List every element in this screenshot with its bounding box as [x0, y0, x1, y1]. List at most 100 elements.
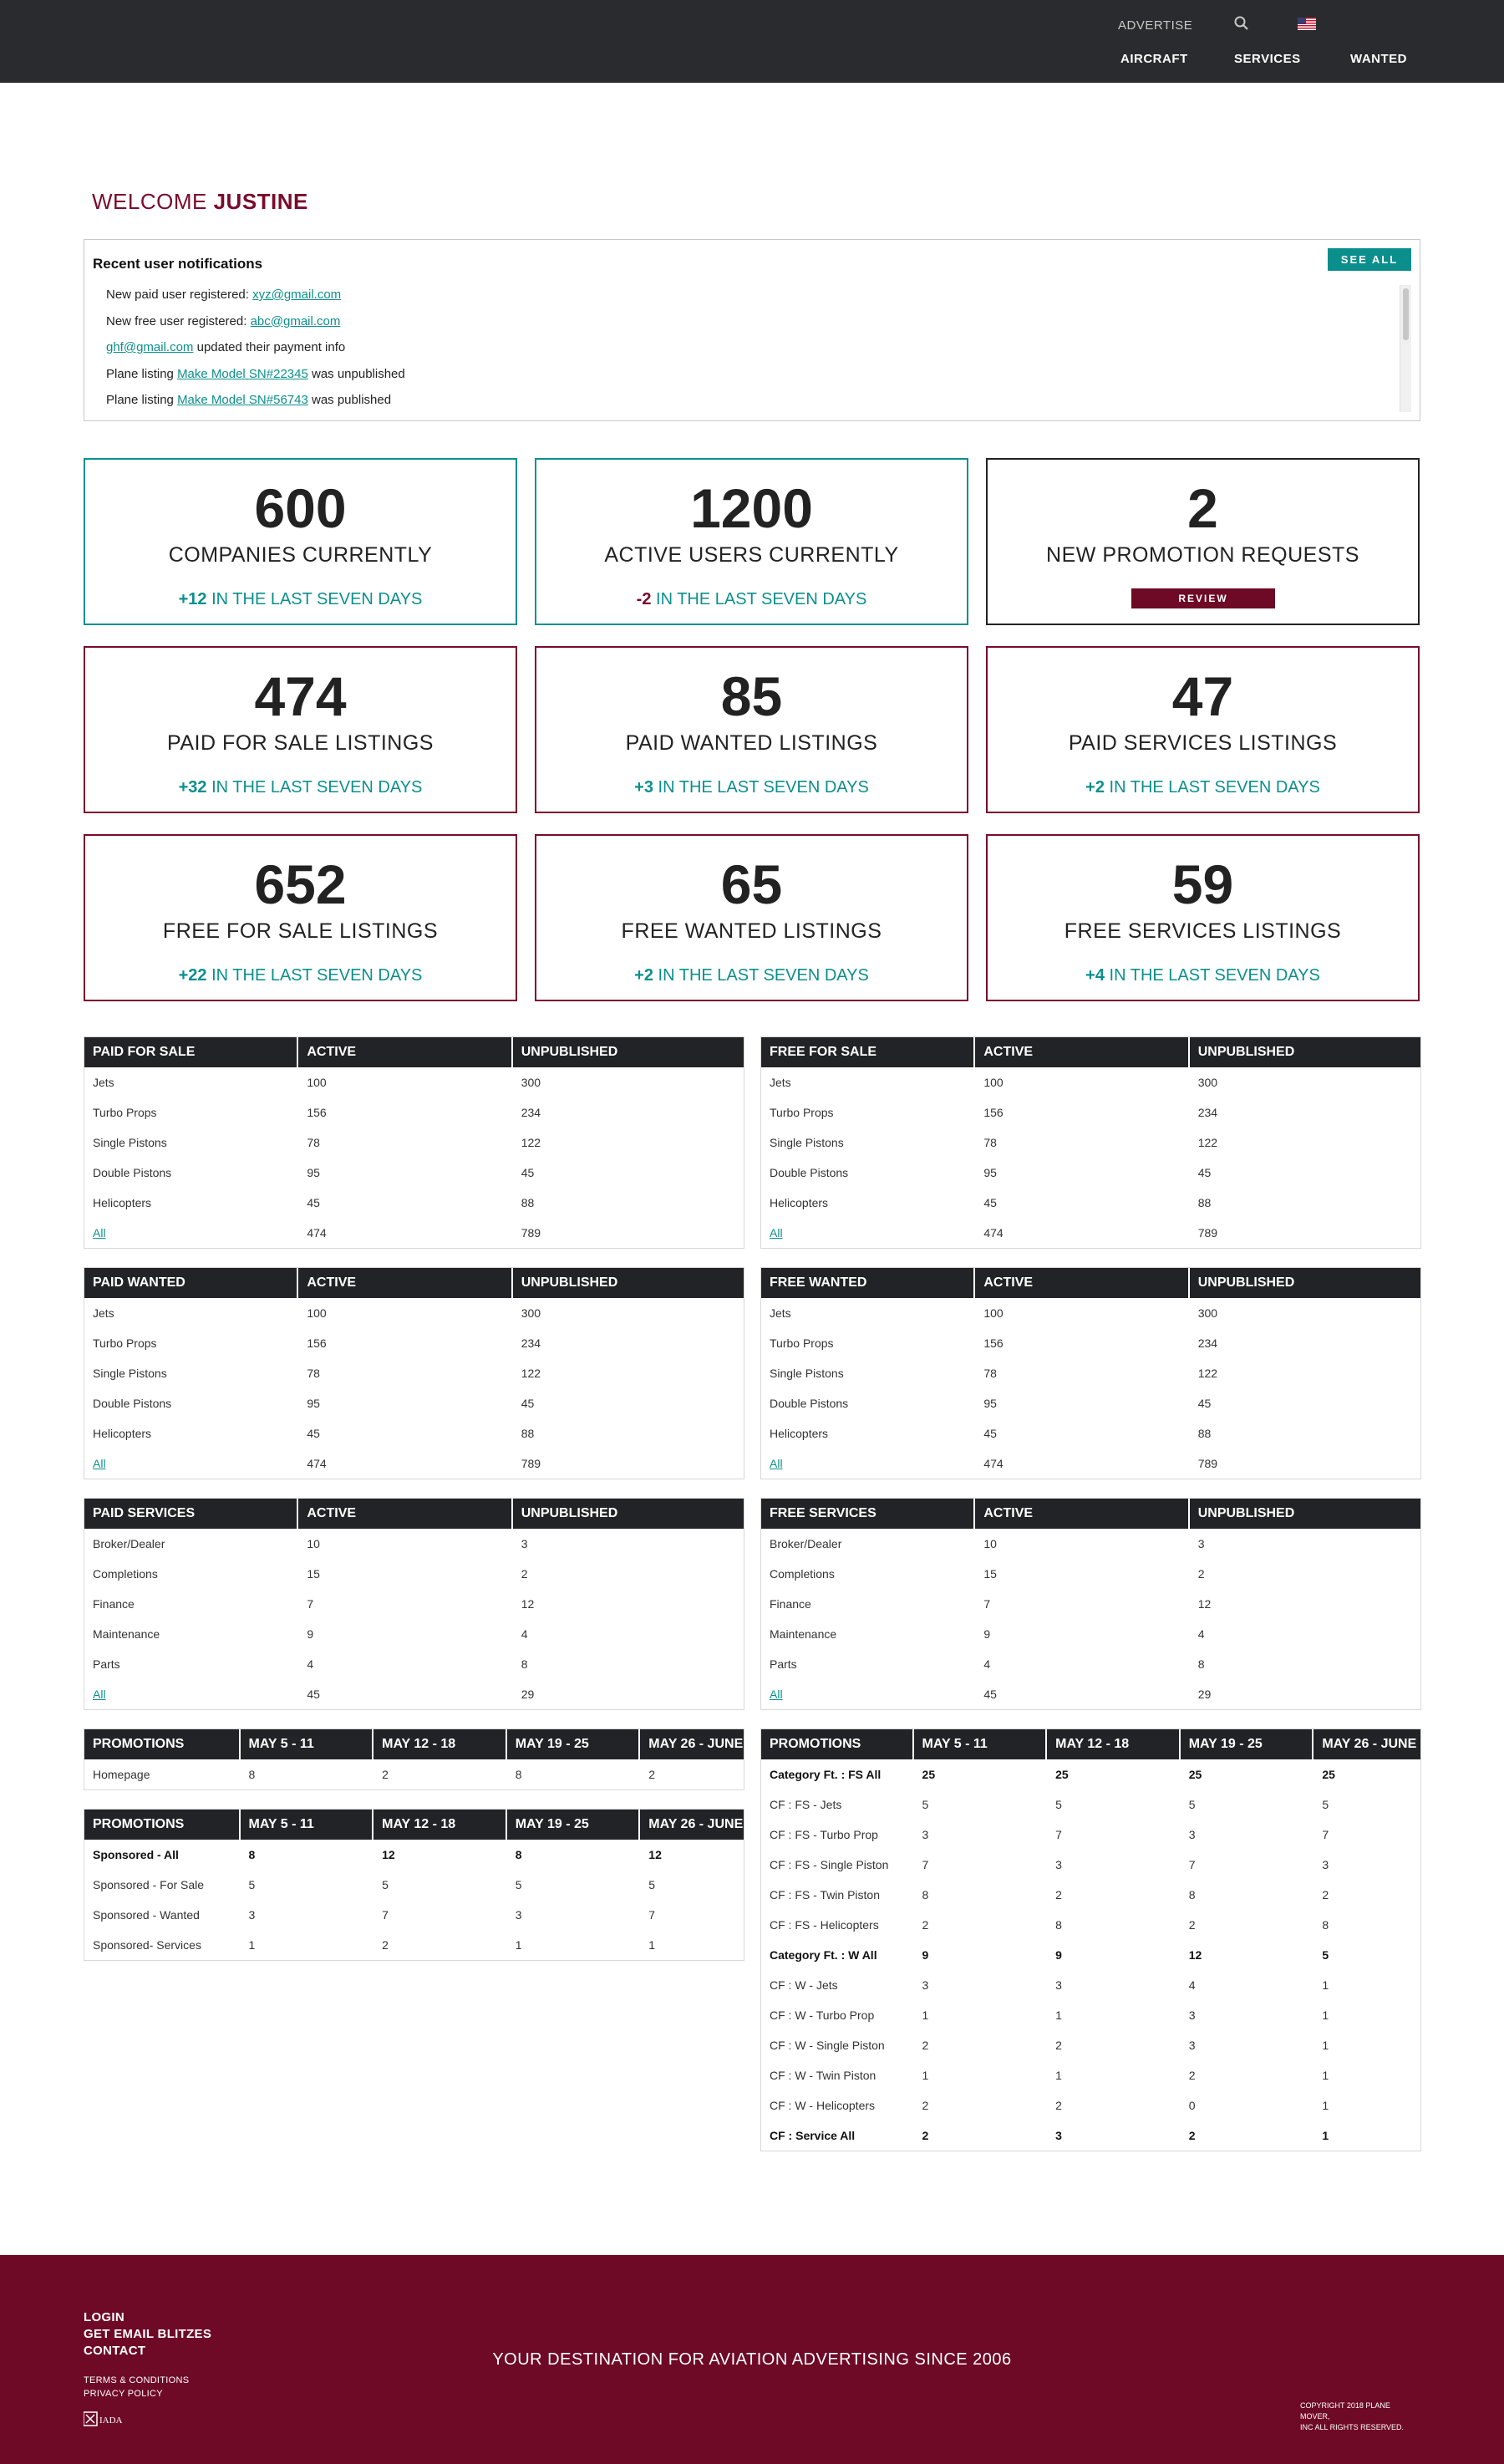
table-cell: 122	[521, 1136, 541, 1149]
table-row: Broker/Dealer 10 3	[84, 1529, 744, 1559]
table-cell: 5	[922, 1798, 929, 1811]
stat-delta-suffix: IN THE LAST SEVEN DAYS	[1104, 966, 1320, 985]
table-cell: 122	[1197, 1136, 1218, 1149]
all-link[interactable]: All	[770, 1457, 783, 1470]
table-cell: 100	[983, 1076, 1004, 1089]
notifications-scrollbar[interactable]	[1400, 285, 1411, 412]
table-cell: 3	[1188, 2008, 1196, 2022]
table-cell: 78	[307, 1367, 320, 1380]
column-header: ACTIVE	[975, 1037, 1190, 1067]
notification-link[interactable]: ghf@gmail.com	[106, 340, 193, 354]
table-row: Helicopters 45 88	[761, 1418, 1420, 1448]
table-row: CF : FS - Twin Piston 8 2 8 2	[761, 1880, 1420, 1910]
column-header: MAY 5 - 11	[241, 1810, 374, 1840]
notification-link[interactable]: Make Model SN#56743	[177, 393, 308, 407]
stat-delta-suffix: IN THE LAST SEVEN DAYS	[206, 966, 423, 985]
stat-delta: +22 IN THE LAST SEVEN DAYS	[85, 966, 516, 985]
table-row: Helicopters 45 88	[84, 1418, 744, 1448]
nav-aircraft[interactable]: AIRCRAFT	[1120, 52, 1188, 66]
stat-delta: +2 IN THE LAST SEVEN DAYS	[988, 778, 1418, 797]
stat-card: 1200 ACTIVE USERS CURRENTLY -2 IN THE LAST…	[535, 458, 968, 625]
column-header: MAY 12 - 18	[373, 1810, 507, 1840]
table-cell: 1	[1055, 2069, 1062, 2082]
table-cell: 3	[1197, 1537, 1205, 1550]
footer-privacy-link[interactable]: PRIVACY POLICY	[84, 2389, 163, 2399]
nav-advertise[interactable]: ADVERTISE	[1118, 18, 1192, 33]
table-row: CF : FS - Turbo Prop 3 7 3 7	[761, 1820, 1420, 1850]
table-cell: 5	[1322, 1948, 1329, 1962]
table-cell: 8	[521, 1657, 528, 1671]
table-cell: 122	[521, 1367, 541, 1380]
row-label: CF : Service All	[770, 2129, 856, 2142]
table-row: Finance 7 12	[84, 1589, 744, 1619]
nav-services[interactable]: SERVICES	[1234, 52, 1301, 66]
table-cell: 7	[983, 1597, 991, 1611]
row-label: Double Pistons	[93, 1397, 172, 1410]
table-row: Turbo Props 156 234	[84, 1097, 744, 1128]
table-cell: 2	[922, 2129, 929, 2142]
table-cell: 1	[1322, 2129, 1329, 2142]
row-label: Completions	[93, 1567, 158, 1581]
welcome-heading: WELCOME JUSTINE	[92, 189, 308, 215]
table-cell: 4	[307, 1657, 314, 1671]
table-cell: 78	[983, 1136, 997, 1149]
row-label: CF : FS - Jets	[770, 1798, 842, 1811]
data-table: PROMOTIONS MAY 5 - 11 MAY 12 - 18 MAY 19 - …	[84, 1809, 744, 1961]
table-cell: 4	[521, 1627, 528, 1641]
see-all-button[interactable]: SEE ALL	[1328, 248, 1411, 271]
stat-value: 47	[1171, 665, 1234, 727]
column-header: UNPUBLISHED	[521, 1275, 618, 1290]
table-row: Jets 100 300	[84, 1067, 744, 1097]
all-link[interactable]: All	[770, 1226, 783, 1240]
search-icon[interactable]	[1233, 15, 1250, 32]
scrollbar-thumb[interactable]	[1403, 288, 1409, 340]
nav-wanted[interactable]: WANTED	[1350, 52, 1407, 66]
all-link[interactable]: All	[93, 1457, 106, 1470]
stat-delta: +2 IN THE LAST SEVEN DAYS	[536, 966, 967, 985]
table-row: Single Pistons 78 122	[84, 1358, 744, 1388]
table-row: CF : W - Turbo Prop 1 1 3 1	[761, 2000, 1420, 2030]
table-row: Completions 15 2	[761, 1559, 1420, 1589]
column-header: UNPUBLISHED	[1197, 1045, 1295, 1059]
notification-text: Plane listing	[106, 393, 178, 407]
table-cell: 3	[922, 1828, 929, 1841]
row-label: Category Ft. : FS All	[770, 1768, 882, 1781]
review-button[interactable]: REVIEW	[1131, 588, 1275, 608]
table-cell: 2	[1055, 2099, 1062, 2112]
table-cell: 474	[307, 1226, 327, 1240]
table-cell: 2	[922, 2039, 929, 2052]
row-label: Single Pistons	[770, 1136, 844, 1149]
footer-login-link[interactable]: LOGIN	[84, 2310, 124, 2324]
column-header: MAY 12 - 18	[1047, 1729, 1181, 1759]
row-label: Turbo Props	[93, 1336, 157, 1350]
stat-delta-value: +4	[1085, 966, 1105, 985]
notification-link[interactable]: Make Model SN#22345	[177, 367, 308, 381]
table-cell: 8	[1197, 1657, 1205, 1671]
row-label: Parts	[770, 1657, 797, 1671]
stat-delta-suffix: IN THE LAST SEVEN DAYS	[206, 590, 423, 608]
table-cell: All	[761, 1679, 975, 1709]
table-cell: 10	[983, 1537, 997, 1550]
table-row: Helicopters 45 88	[84, 1188, 744, 1218]
all-link[interactable]: All	[770, 1688, 783, 1701]
all-link[interactable]: All	[93, 1688, 106, 1701]
table-cell: All	[84, 1218, 298, 1248]
table-cell: 2	[1188, 1918, 1196, 1932]
table-cell: 95	[983, 1166, 997, 1179]
table-cell: 25	[922, 1768, 936, 1781]
stat-delta: -2 IN THE LAST SEVEN DAYS	[536, 590, 967, 609]
notification-link[interactable]: abc@gmail.com	[251, 314, 341, 328]
footer-email-blitzes-link[interactable]: GET EMAIL BLITZES	[84, 2327, 211, 2341]
all-link[interactable]: All	[93, 1226, 106, 1240]
row-label: Finance	[770, 1597, 811, 1611]
table-cell: 88	[521, 1427, 535, 1440]
column-header: PAID SERVICES	[84, 1499, 299, 1529]
notification-link[interactable]: xyz@gmail.com	[252, 288, 341, 302]
footer-terms-link[interactable]: TERMS & CONDITIONS	[84, 2375, 189, 2385]
notification-text: was unpublished	[307, 366, 405, 381]
table-row: All 474 789	[84, 1448, 744, 1479]
table-cell: 12	[1188, 1948, 1202, 1962]
table-header: FREE WANTED ACTIVE UNPUBLISHED	[761, 1268, 1420, 1298]
us-flag-icon[interactable]	[1298, 18, 1316, 30]
stat-value: 85	[720, 665, 783, 727]
